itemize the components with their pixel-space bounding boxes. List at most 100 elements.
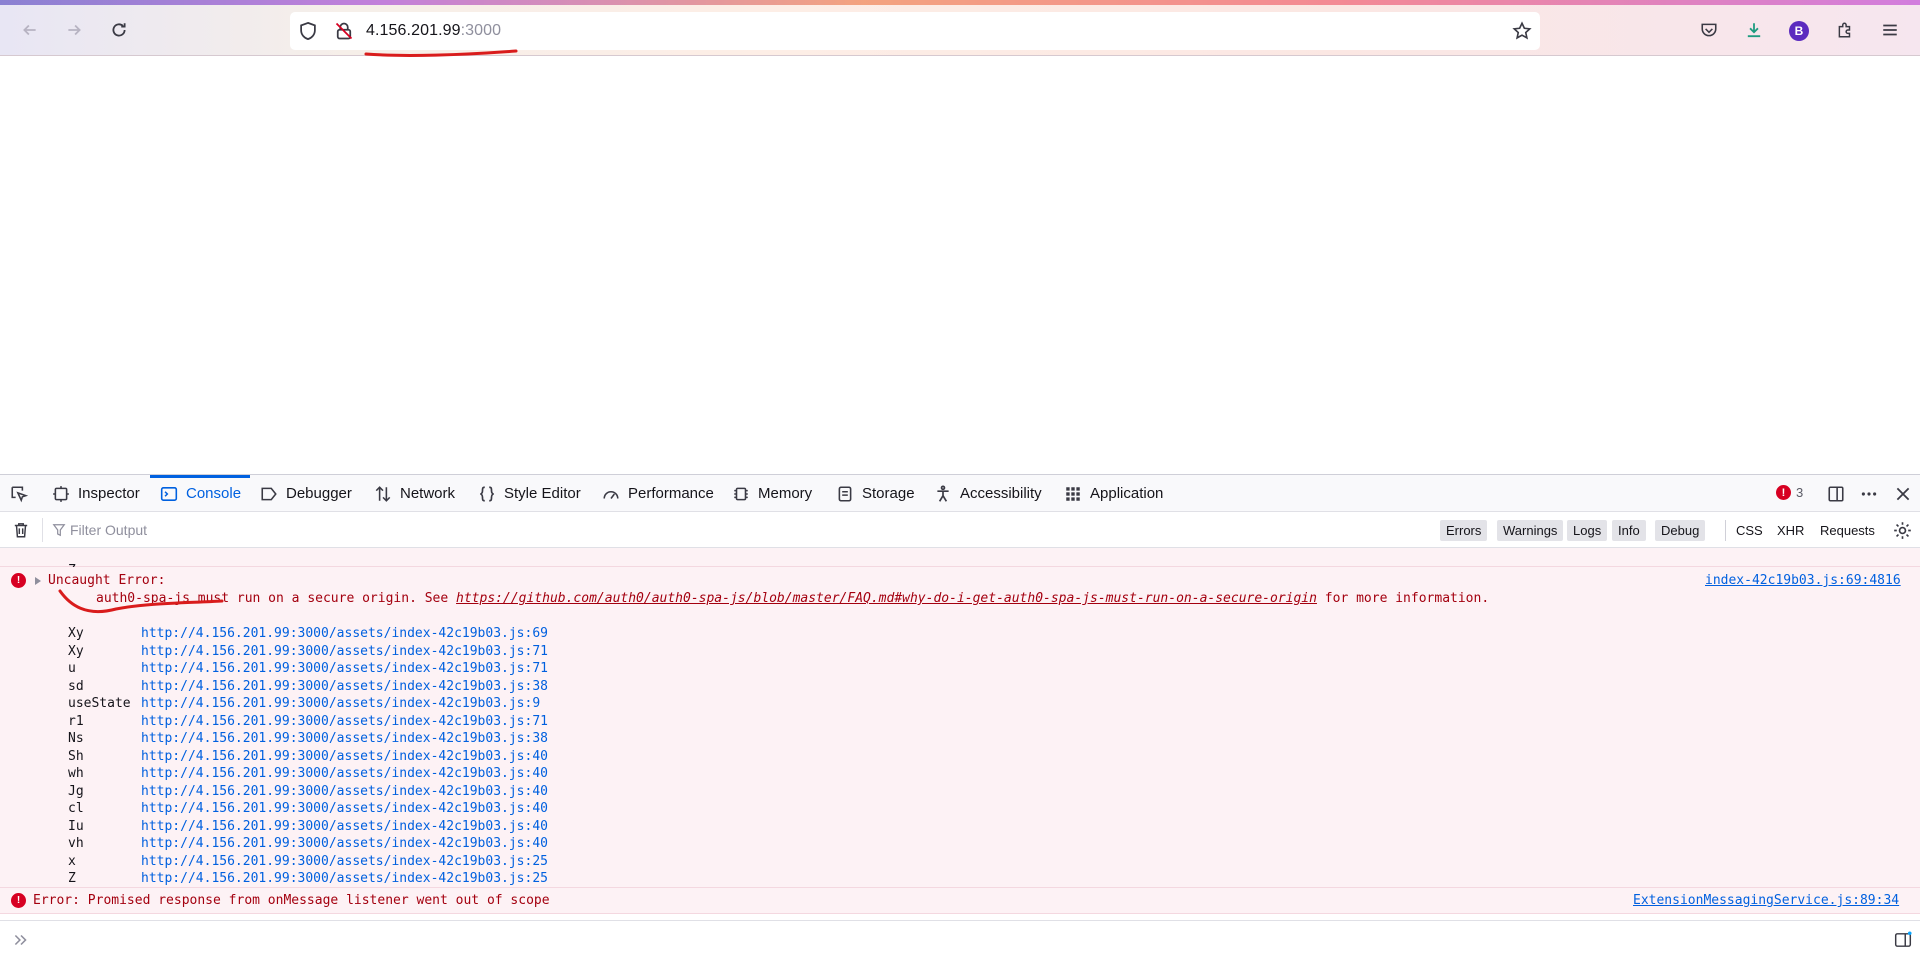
- stack-function: sd: [68, 678, 84, 694]
- responsive-design-button[interactable]: [1827, 475, 1853, 512]
- reload-button[interactable]: [105, 16, 133, 44]
- stack-source-link[interactable]: http://4.156.201.99:3000/assets/index-42…: [141, 801, 548, 816]
- filter-logs-button[interactable]: Logs: [1567, 520, 1608, 541]
- console-input-row: [0, 920, 1920, 968]
- page-content: [0, 57, 1920, 474]
- separator: [1725, 520, 1726, 541]
- stack-frame: useState http://4.156.201.99:3000/assets/…: [0, 696, 600, 713]
- pick-element-icon: [11, 485, 28, 502]
- stack-source-link[interactable]: http://4.156.201.99:3000/assets/index-42…: [141, 661, 548, 676]
- error-icon: !: [11, 893, 26, 908]
- insecure-lock-icon[interactable]: [334, 21, 354, 41]
- stack-function: r1: [68, 713, 84, 729]
- tab-style-editor[interactable]: Style Editor: [478, 475, 581, 512]
- tab-console[interactable]: Console: [160, 475, 241, 512]
- tab-label: Network: [400, 485, 456, 502]
- close-devtools-button[interactable]: [1894, 475, 1920, 512]
- filter-xhr-button[interactable]: XHR: [1777, 520, 1804, 541]
- shield-icon[interactable]: [298, 21, 318, 41]
- element-picker-button[interactable]: [10, 475, 36, 512]
- filter-warnings-button[interactable]: Warnings: [1497, 520, 1564, 541]
- red-underline-annotation: [58, 589, 224, 614]
- error-faq-link[interactable]: https://github.com/auth0/auth0-spa-js/bl…: [456, 591, 1317, 606]
- tab-accessibility[interactable]: Accessibility: [934, 475, 1042, 512]
- inspector-icon: [53, 485, 69, 502]
- tab-debugger[interactable]: Debugger: [260, 475, 352, 512]
- stack-frame: sd http://4.156.201.99:3000/assets/index-…: [0, 679, 600, 696]
- filter-debug-button[interactable]: Debug: [1655, 520, 1706, 541]
- stack-frame: Ns http://4.156.201.99:3000/assets/index-…: [0, 731, 600, 748]
- sidebar-toggle-icon[interactable]: [1894, 931, 1912, 949]
- trash-icon[interactable]: [12, 521, 30, 539]
- pocket-button[interactable]: [1698, 19, 1720, 41]
- expand-triangle-icon[interactable]: [33, 576, 43, 586]
- stack-frame: wh http://4.156.201.99:3000/assets/index-…: [0, 766, 600, 783]
- error-icon: !: [1776, 485, 1791, 500]
- address-bar[interactable]: 4.156.201.99:3000: [290, 12, 1540, 50]
- stack-source-link[interactable]: http://4.156.201.99:3000/assets/index-42…: [141, 854, 548, 869]
- downloads-button[interactable]: [1743, 19, 1765, 41]
- stack-source-link[interactable]: http://4.156.201.99:3000/assets/index-42…: [141, 696, 540, 711]
- filter-output-input[interactable]: [70, 518, 670, 542]
- network-icon: [375, 485, 391, 502]
- stack-source-link[interactable]: http://4.156.201.99:3000/assets/index-42…: [141, 679, 548, 694]
- error-detail-suffix: for more information.: [1316, 591, 1490, 606]
- tab-storage[interactable]: Storage: [836, 475, 915, 512]
- devtools-panel: Inspector Console Debugger Network Style…: [0, 474, 1920, 968]
- stack-source-link[interactable]: http://4.156.201.99:3000/assets/index-42…: [141, 871, 548, 886]
- filter-info-button[interactable]: Info: [1612, 520, 1646, 541]
- stack-function: cl: [68, 801, 84, 816]
- tab-label: Style Editor: [504, 485, 581, 502]
- filter-requests-button[interactable]: Requests: [1820, 520, 1875, 541]
- stack-source-link[interactable]: http://4.156.201.99:3000/assets/index-42…: [141, 819, 548, 834]
- style-editor-icon: [480, 485, 494, 502]
- stack-source-link[interactable]: http://4.156.201.99:3000/assets/index-42…: [141, 626, 548, 641]
- storage-icon: [838, 485, 852, 502]
- tab-network[interactable]: Network: [374, 475, 455, 512]
- console-output: Z http://4.156.201.99:3000/assets/index-…: [0, 548, 1920, 920]
- back-button[interactable]: [16, 16, 44, 44]
- separator: [42, 518, 43, 542]
- tab-application[interactable]: Application: [1064, 475, 1163, 512]
- stack-source-link[interactable]: http://4.156.201.99:3000/assets/index-42…: [141, 731, 548, 746]
- accessibility-icon: [937, 485, 949, 502]
- gear-icon[interactable]: [1893, 521, 1912, 540]
- tab-performance[interactable]: Performance: [602, 475, 714, 512]
- error-source-link[interactable]: ExtensionMessagingService.js:89:34: [1633, 893, 1899, 908]
- stack-source-link[interactable]: http://4.156.201.99:3000/assets/index-42…: [141, 784, 548, 799]
- stack-function: Sh: [68, 748, 84, 764]
- arrow-right-icon: [68, 24, 81, 36]
- filter-css-button[interactable]: CSS: [1736, 520, 1763, 541]
- app-menu-button[interactable]: [1879, 19, 1901, 41]
- stack-source-link[interactable]: http://4.156.201.99:3000/assets/index-42…: [141, 644, 548, 659]
- hamburger-icon: [1883, 24, 1897, 36]
- stack-source-link[interactable]: http://4.156.201.99:3000/assets/index-42…: [141, 766, 548, 781]
- debugger-icon: [261, 487, 277, 500]
- bookmark-star-icon[interactable]: [1512, 21, 1532, 41]
- stack-function: Ns: [68, 731, 84, 746]
- console-input[interactable]: [40, 929, 1840, 953]
- devtools-tab-bar: Inspector Console Debugger Network Style…: [0, 474, 1920, 512]
- account-avatar[interactable]: B: [1789, 21, 1809, 41]
- responsive-icon: [1828, 485, 1844, 502]
- url-text[interactable]: 4.156.201.99:3000: [366, 22, 501, 40]
- stack-frame: Jg http://4.156.201.99:3000/assets/index-…: [0, 784, 600, 801]
- tab-strip-accent: [0, 0, 1920, 5]
- forward-button[interactable]: [60, 16, 88, 44]
- console-icon: [160, 486, 178, 501]
- stack-source-link[interactable]: http://4.156.201.99:3000/assets/index-42…: [141, 714, 548, 729]
- extensions-button[interactable]: [1834, 19, 1856, 41]
- error-source-link[interactable]: index-42c19b03.js:69:4816: [1705, 573, 1901, 588]
- stack-function: Xy: [68, 643, 84, 659]
- devtools-menu-button[interactable]: [1860, 475, 1886, 512]
- tab-memory[interactable]: Memory: [732, 475, 812, 512]
- pocket-icon: [1701, 23, 1717, 37]
- tab-inspector[interactable]: Inspector: [52, 475, 140, 512]
- stack-function: Z: [68, 871, 76, 886]
- stack-source-link[interactable]: http://4.156.201.99:3000/assets/index-42…: [141, 836, 548, 851]
- stack-function: Iu: [68, 818, 84, 834]
- filter-errors-button[interactable]: Errors: [1440, 520, 1488, 541]
- stack-source-link[interactable]: http://4.156.201.99:3000/assets/index-42…: [141, 749, 548, 764]
- url-host: 4.156.201.99: [366, 22, 461, 39]
- error-count-badge[interactable]: ! 3: [1776, 485, 1803, 500]
